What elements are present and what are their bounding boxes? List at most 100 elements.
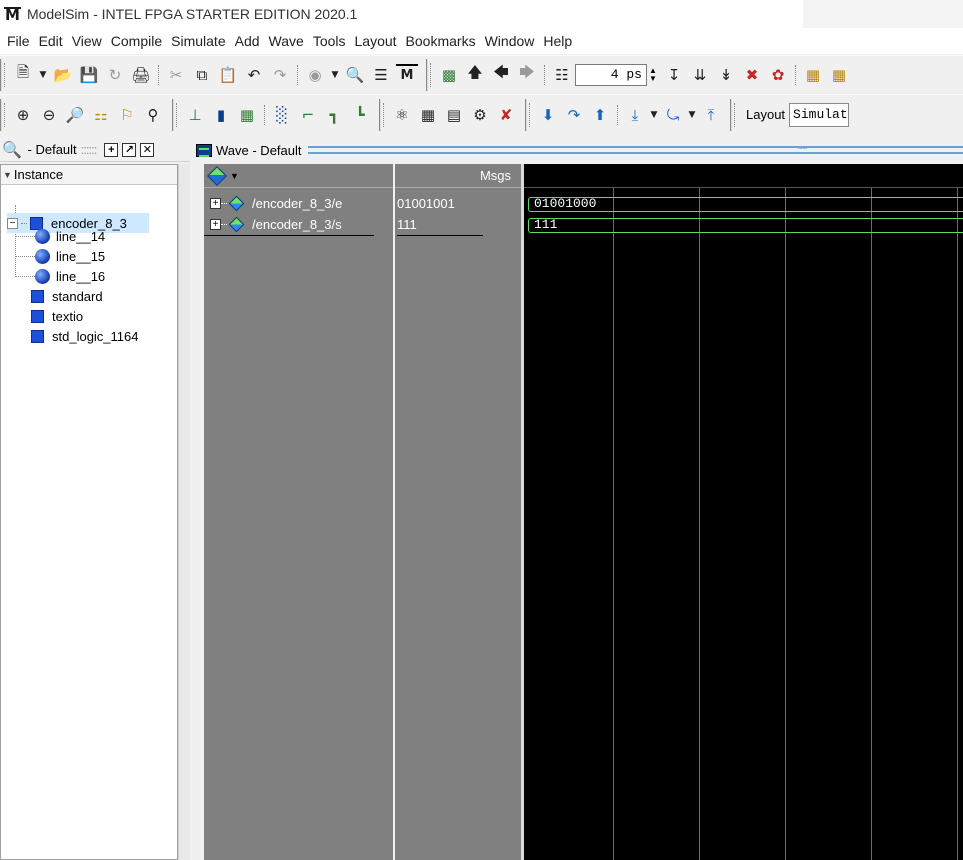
- waveform-canvas[interactable]: 01001000 111: [524, 164, 963, 860]
- add-pane-icon[interactable]: +: [104, 142, 119, 157]
- tree-icon[interactable]: ☰: [370, 64, 392, 86]
- tree-item-line-16[interactable]: line__16: [35, 266, 105, 286]
- run-length-spinner[interactable]: ▲ ▼: [649, 64, 661, 86]
- zoom-range-icon[interactable]: ⚐: [116, 104, 138, 126]
- menu-window[interactable]: Window: [481, 33, 540, 49]
- chevron-down-icon[interactable]: ▼: [330, 64, 340, 86]
- toolbar-separator: [544, 64, 545, 85]
- edge-rise-icon[interactable]: ⌐: [297, 104, 319, 126]
- break-icon[interactable]: ✖: [741, 64, 763, 86]
- layout-label: Layout: [746, 107, 786, 122]
- menu-compile[interactable]: Compile: [107, 33, 167, 49]
- performance-icon[interactable]: ▦: [802, 64, 824, 86]
- signal-name: /encoder_8_3/s: [252, 217, 342, 232]
- toggle-all-icon[interactable]: ▦: [236, 104, 258, 126]
- menu-help[interactable]: Help: [539, 33, 577, 49]
- tree-item-label: standard: [52, 288, 103, 304]
- print-icon[interactable]: 🖨: [130, 64, 152, 86]
- redo-icon[interactable]: ↷: [269, 64, 291, 86]
- step-out-all-icon[interactable]: ⤒: [700, 104, 722, 126]
- copy-icon[interactable]: ⧉: [191, 64, 213, 86]
- chevron-down-icon[interactable]: ▼: [650, 104, 658, 126]
- open-folder-icon[interactable]: 📂: [52, 64, 74, 86]
- tree-item-line-14[interactable]: line__14: [35, 226, 105, 246]
- stop-icon[interactable]: ◉: [304, 64, 326, 86]
- zoom-select-icon[interactable]: ⚲: [142, 104, 164, 126]
- menu-bookmarks[interactable]: Bookmarks: [402, 33, 481, 49]
- new-file-icon[interactable]: 🗎: [12, 63, 34, 86]
- restart-icon[interactable]: ☷: [551, 64, 573, 86]
- menu-view[interactable]: View: [68, 33, 107, 49]
- wave-title: Wave - Default: [216, 142, 302, 158]
- run-all-icon[interactable]: ↡: [715, 64, 737, 86]
- save-icon[interactable]: 💾: [78, 64, 100, 86]
- signal-row-s[interactable]: + /encoder_8_3/s: [204, 214, 374, 236]
- close-icon[interactable]: ✕: [140, 142, 155, 157]
- menu-tools[interactable]: Tools: [309, 33, 351, 49]
- run-length-input[interactable]: 4 ps: [575, 63, 647, 86]
- tree-line: [21, 222, 27, 224]
- layout-select[interactable]: Simulate: [789, 102, 850, 127]
- menu-add[interactable]: Add: [231, 33, 265, 49]
- paste-icon[interactable]: 📋: [217, 64, 239, 86]
- tree-item-line-15[interactable]: line__15: [35, 246, 105, 266]
- menu-file[interactable]: File: [3, 33, 35, 49]
- edge-fall-icon[interactable]: ┓: [323, 104, 345, 126]
- right-arrow-icon[interactable]: 🡆: [516, 63, 538, 86]
- tree-item-std-logic-1164[interactable]: std_logic_1164: [31, 326, 139, 346]
- run-icon[interactable]: ↧: [663, 64, 685, 86]
- chevron-down-icon[interactable]: ▼: [688, 104, 696, 126]
- drag-grip-icon[interactable]: ::::::: [798, 145, 808, 155]
- chevron-down-icon[interactable]: ▼: [38, 64, 48, 86]
- zoom-in-icon[interactable]: ⊕: [12, 104, 34, 126]
- bus-waveform-s[interactable]: [528, 218, 963, 233]
- continue-run-icon[interactable]: ⇊: [689, 64, 711, 86]
- reload-icon[interactable]: ↻: [104, 64, 126, 86]
- collapse-icon[interactable]: −: [7, 217, 18, 229]
- insert-cursor-icon[interactable]: ⊥: [184, 104, 206, 126]
- edge-next-icon[interactable]: ┗: [349, 104, 371, 126]
- menu-layout[interactable]: Layout: [351, 33, 402, 49]
- zoom-out-icon[interactable]: ⊖: [38, 104, 60, 126]
- msg-value-s: 111: [397, 214, 483, 236]
- cut-icon[interactable]: ✂: [165, 64, 187, 86]
- undock-icon[interactable]: ↗: [122, 142, 137, 157]
- undo-icon[interactable]: ↶: [243, 64, 265, 86]
- step-into-icon[interactable]: ⬇: [537, 104, 559, 126]
- tree-item-textio[interactable]: textio: [31, 306, 83, 326]
- objects-icon[interactable]: ⚙: [469, 104, 491, 126]
- signal-type-dropdown[interactable]: ▼: [206, 165, 239, 186]
- stop-sim-icon[interactable]: ✿: [767, 64, 789, 86]
- tree-item-standard[interactable]: standard: [31, 286, 103, 306]
- instance-column-header[interactable]: ▼ Instance: [1, 165, 177, 185]
- zoom-cursor-icon[interactable]: ⚏: [90, 104, 112, 126]
- schematic-icon[interactable]: ▦: [417, 104, 439, 126]
- expand-icon[interactable]: +: [210, 197, 221, 209]
- expand-icon[interactable]: +: [210, 219, 221, 230]
- signal-row-e[interactable]: + /encoder_8_3/e: [204, 192, 393, 214]
- menu-wave[interactable]: Wave: [265, 33, 309, 49]
- step-into-all-icon[interactable]: ⤓: [624, 104, 646, 126]
- dataflow-icon[interactable]: ⚛: [391, 104, 413, 126]
- compile-icon[interactable]: ▩: [438, 64, 460, 86]
- step-over-all-icon[interactable]: ⤿: [662, 104, 684, 126]
- wave-drag-bar[interactable]: ::::::: [307, 145, 963, 155]
- modelsim-icon[interactable]: M: [396, 63, 418, 86]
- zoom-full-icon[interactable]: 🔎: [64, 104, 86, 126]
- memory-icon[interactable]: ▦: [828, 64, 850, 86]
- clear-icon[interactable]: ✘: [495, 104, 517, 126]
- left-arrow-icon[interactable]: 🡄: [490, 63, 512, 86]
- window-title: ModelSim - INTEL FPGA STARTER EDITION 20…: [26, 6, 358, 22]
- menu-simulate[interactable]: Simulate: [167, 33, 230, 49]
- msgs-header: Msgs: [395, 164, 521, 188]
- find-icon[interactable]: 🔍: [344, 64, 366, 86]
- edge-prev-icon[interactable]: ░: [271, 104, 293, 126]
- toggle-leaf-icon[interactable]: ▮: [210, 104, 232, 126]
- menu-edit[interactable]: Edit: [35, 33, 68, 49]
- drag-grip-icon[interactable]: ::::::: [81, 142, 98, 157]
- step-over-icon[interactable]: ↷: [563, 104, 585, 126]
- instance-vertical-scrollbar[interactable]: [178, 164, 190, 860]
- step-out-icon[interactable]: ⬆: [589, 104, 611, 126]
- source-icon[interactable]: ▤: [443, 104, 465, 126]
- up-arrow-icon[interactable]: 🡅: [464, 63, 486, 86]
